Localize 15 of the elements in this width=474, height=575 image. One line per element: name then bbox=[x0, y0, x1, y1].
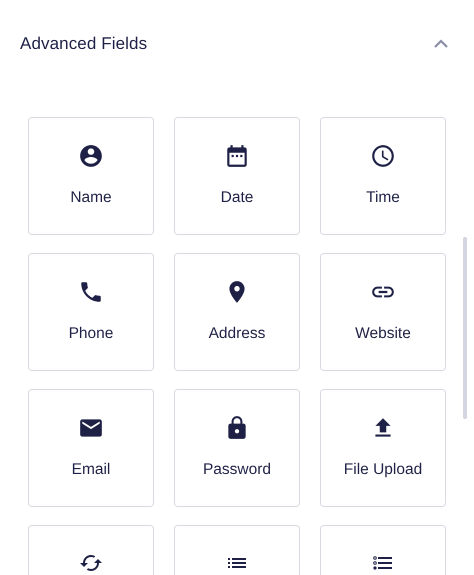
field-card[interactable]: Name bbox=[28, 117, 154, 235]
scrollbar[interactable] bbox=[463, 237, 467, 419]
field-card[interactable]: File Upload bbox=[320, 389, 446, 507]
field-card[interactable]: Website bbox=[320, 253, 446, 371]
field-card[interactable] bbox=[320, 525, 446, 575]
field-card[interactable] bbox=[28, 525, 154, 575]
clock-icon bbox=[370, 143, 396, 169]
section-title: Advanced Fields bbox=[20, 34, 148, 54]
field-card[interactable]: Address bbox=[174, 253, 300, 371]
field-card[interactable]: Time bbox=[320, 117, 446, 235]
field-card[interactable]: Email bbox=[28, 389, 154, 507]
field-card[interactable]: Date bbox=[174, 117, 300, 235]
field-card[interactable]: Phone bbox=[28, 253, 154, 371]
field-card[interactable] bbox=[174, 525, 300, 575]
field-card[interactable]: Password bbox=[174, 389, 300, 507]
